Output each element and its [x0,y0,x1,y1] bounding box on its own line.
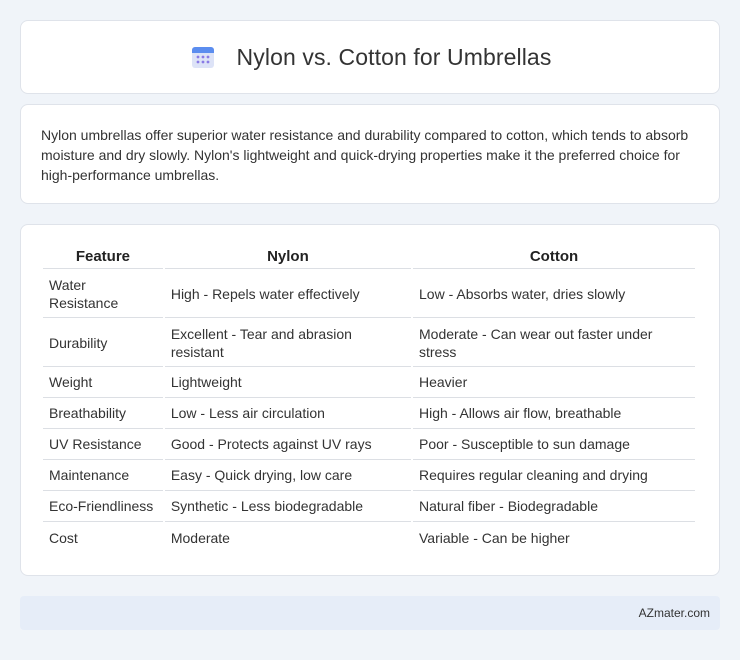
cotton-cell: Natural fiber - Biodegradable [413,491,695,522]
comparison-table: Feature Nylon Cotton Water Resistance Hi… [41,245,697,553]
nylon-cell: Good - Protects against UV rays [164,429,411,460]
feature-cell: Breathability [43,398,163,429]
calendar-icon [189,43,217,71]
header-feature: Feature [43,245,163,269]
feature-cell: UV Resistance [43,429,163,460]
feature-cell: Cost [49,529,78,546]
nylon-cell: Easy - Quick drying, low care [164,460,411,491]
cotton-cell: Low - Absorbs water, dries slowly [413,269,695,318]
intro-text: Nylon umbrellas offer superior water res… [41,127,689,183]
nylon-cell: Lightweight [164,367,411,398]
footer-source: AZmater.com [638,606,710,620]
cotton-cell: Moderate - Can wear out faster under str… [413,318,695,367]
footer: AZmater.com [20,596,720,630]
table-row: Durability Excellent - Tear and abrasion… [43,318,695,367]
header-cotton: Cotton [413,245,695,269]
table-row: Weight Lightweight Heavier [43,367,695,398]
table-row: Water Resistance High - Repels water eff… [43,269,695,318]
table-row: UV Resistance Good - Protects against UV… [43,429,695,460]
table-row: Cost Moderate Variable - Can be higher [43,522,695,553]
feature-cell: Maintenance [43,460,163,491]
title-card: Nylon vs. Cotton for Umbrellas [20,20,720,94]
cotton-cell: High - Allows air flow, breathable [413,398,695,429]
comparison-card: Feature Nylon Cotton Water Resistance Hi… [20,224,720,576]
feature-cell: Water Resistance [43,269,163,318]
table-header-row: Feature Nylon Cotton [43,245,695,269]
table-row: Eco-Friendliness Synthetic - Less biodeg… [43,491,695,522]
cotton-cell: Heavier [413,367,695,398]
feature-cell: Weight [43,367,163,398]
feature-cell: Durability [43,318,163,367]
nylon-cell: Moderate [170,529,230,546]
intro-card: Nylon umbrellas offer superior water res… [20,104,720,204]
table-row: Maintenance Easy - Quick drying, low car… [43,460,695,491]
nylon-cell: Low - Less air circulation [164,398,411,429]
header-nylon: Nylon [164,245,411,269]
page-title: Nylon vs. Cotton for Umbrellas [236,43,552,70]
feature-cell: Eco-Friendliness [43,491,163,522]
cotton-cell: Poor - Susceptible to sun damage [413,429,695,460]
cotton-cell: Variable - Can be higher [419,529,570,546]
cotton-cell: Requires regular cleaning and drying [413,460,695,491]
nylon-cell: Excellent - Tear and abrasion resistant [164,318,411,367]
table-row: Breathability Low - Less air circulation… [43,398,695,429]
nylon-cell: Synthetic - Less biodegradable [164,491,411,522]
nylon-cell: High - Repels water effectively [164,269,411,318]
